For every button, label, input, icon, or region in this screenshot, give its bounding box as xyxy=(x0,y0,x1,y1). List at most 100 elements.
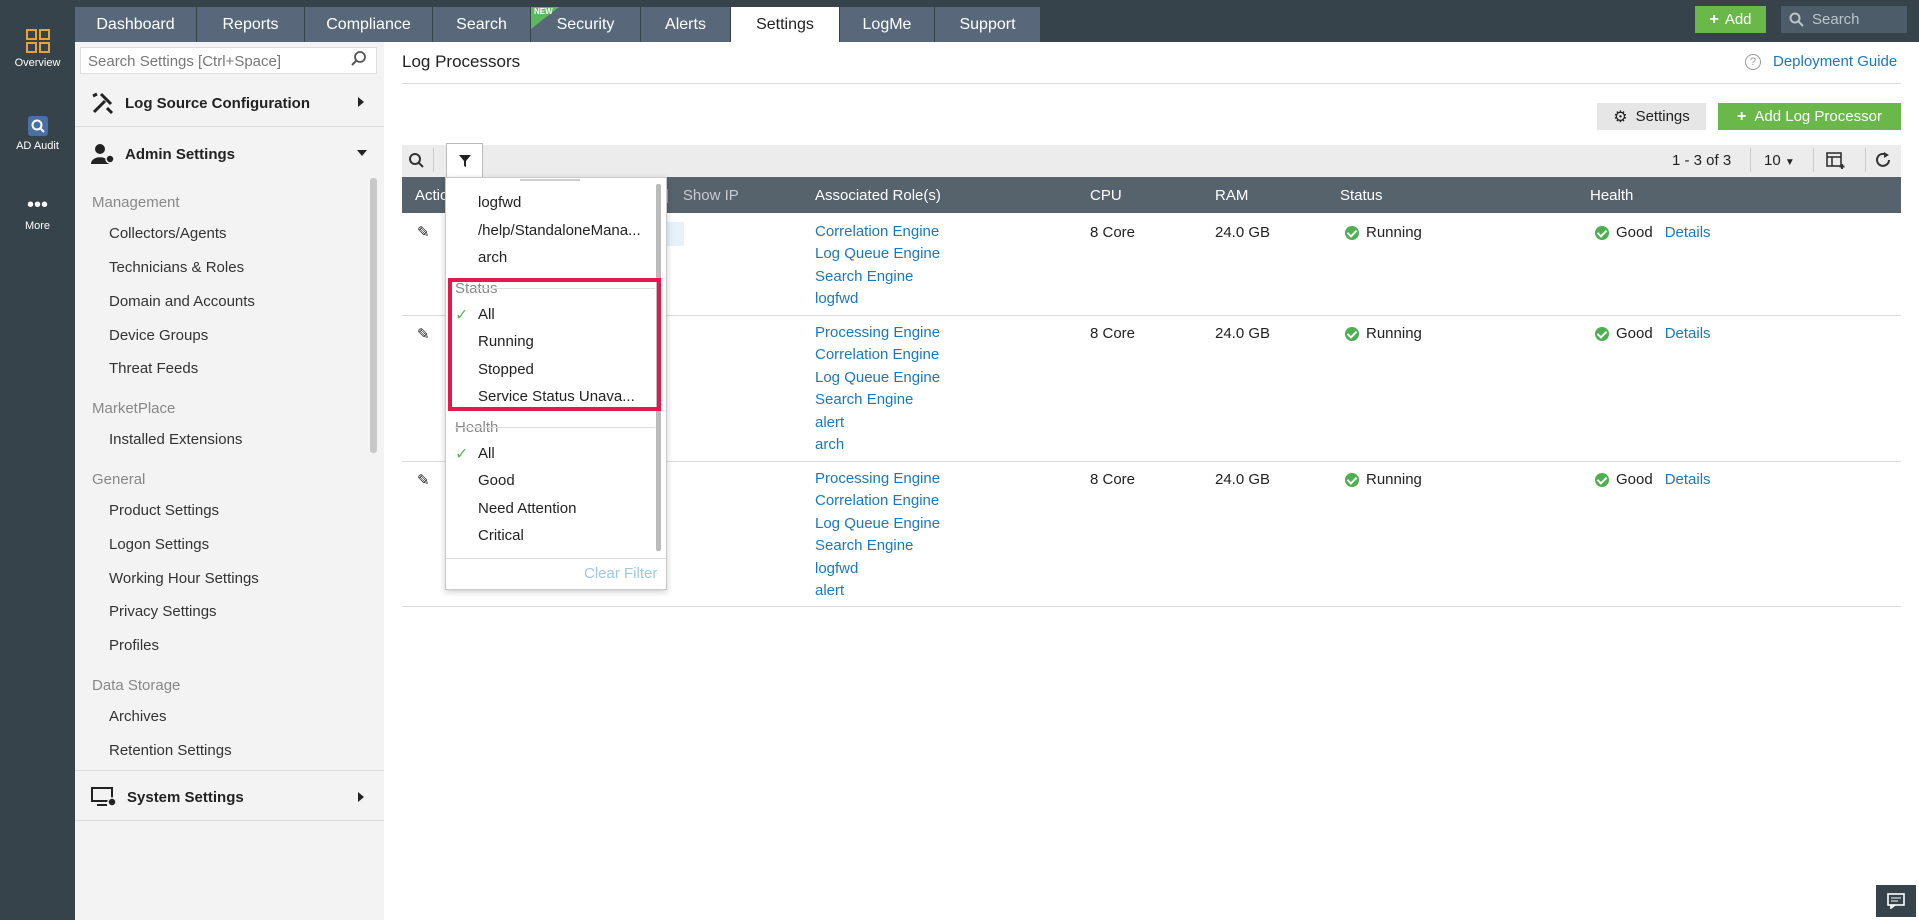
chevron-down-icon: ▼ xyxy=(1784,157,1795,168)
sidebar-item-domain[interactable]: Domain and Accounts xyxy=(109,293,255,310)
status-text: Running xyxy=(1366,325,1422,342)
role-link[interactable]: Log Queue Engine xyxy=(815,243,940,265)
row-1-roles: Correlation Engine Log Queue Engine Sear… xyxy=(815,221,940,311)
caret-right-icon xyxy=(358,97,364,107)
tab-search[interactable]: Search xyxy=(433,7,531,42)
sidebar-item-device-groups[interactable]: Device Groups xyxy=(109,327,208,344)
sidebar-item-product-settings[interactable]: Product Settings xyxy=(109,502,219,519)
sidebar-item-installed-extensions[interactable]: Installed Extensions xyxy=(109,431,242,448)
sidebar-item-technicians[interactable]: Technicians & Roles xyxy=(109,259,244,276)
help-icon: ? xyxy=(1745,53,1761,70)
details-link[interactable]: Details xyxy=(1665,224,1711,241)
divider xyxy=(402,83,1901,84)
filter-role-item[interactable]: arch xyxy=(478,249,507,266)
details-link[interactable]: Details xyxy=(1665,471,1711,488)
details-link[interactable]: Details xyxy=(1665,325,1711,342)
admin-user-icon xyxy=(91,144,115,164)
col-action: Actio xyxy=(415,187,449,204)
role-link[interactable]: Search Engine xyxy=(815,266,940,288)
edit-icon[interactable]: ✎ xyxy=(417,471,430,489)
search-filter-icon[interactable] xyxy=(408,152,426,170)
filter-role-item[interactable]: logfwd xyxy=(478,194,521,211)
per-page-value: 10 xyxy=(1764,152,1781,169)
role-link[interactable]: Processing Engine xyxy=(815,468,940,490)
sidebar-item-retention[interactable]: Retention Settings xyxy=(109,742,232,759)
tab-alerts[interactable]: Alerts xyxy=(641,7,731,42)
sidebar-item-profiles[interactable]: Profiles xyxy=(109,637,159,654)
sidebar-item-threat-feeds[interactable]: Threat Feeds xyxy=(109,360,198,377)
check-circle-icon xyxy=(1345,326,1359,341)
role-link[interactable]: Processing Engine xyxy=(815,322,940,344)
role-link[interactable]: alert xyxy=(815,580,940,602)
tab-reports[interactable]: Reports xyxy=(197,7,305,42)
edit-icon[interactable]: ✎ xyxy=(417,223,430,241)
role-link[interactable]: Search Engine xyxy=(815,535,940,557)
log-source-config-header[interactable]: Log Source Configuration xyxy=(91,92,310,114)
category-data-storage: Data Storage xyxy=(92,677,181,694)
rail-ad-audit[interactable]: AD Audit xyxy=(0,115,75,152)
add-button[interactable]: + Add xyxy=(1695,6,1766,33)
sidebar-item-archives[interactable]: Archives xyxy=(109,708,167,725)
role-link[interactable]: alert xyxy=(815,412,940,434)
filter-toggle[interactable] xyxy=(446,143,483,177)
divider xyxy=(75,820,384,821)
settings-search-input[interactable]: Search Settings [Ctrl+Space] xyxy=(80,47,377,74)
role-link[interactable]: logfwd xyxy=(815,288,940,310)
filter-role-item[interactable]: /help/StandaloneMana... xyxy=(478,222,641,239)
tab-dashboard[interactable]: Dashboard xyxy=(75,7,197,42)
sidebar-item-working-hour[interactable]: Working Hour Settings xyxy=(109,570,259,587)
row-3-cpu: 8 Core xyxy=(1090,471,1136,488)
col-status: Status xyxy=(1340,187,1383,204)
sidebar-item-collectors[interactable]: Collectors/Agents xyxy=(109,225,227,242)
sidebar-item-logon-settings[interactable]: Logon Settings xyxy=(109,536,209,553)
role-link[interactable]: Search Engine xyxy=(815,389,940,411)
filter-health-critical[interactable]: Critical xyxy=(478,527,524,544)
admin-settings-header[interactable]: Admin Settings xyxy=(91,143,235,165)
tab-settings[interactable]: Settings xyxy=(731,7,840,42)
filter-health-good[interactable]: Good xyxy=(478,472,515,489)
role-link[interactable]: Log Queue Engine xyxy=(815,367,940,389)
filter-icon xyxy=(459,155,471,167)
system-settings-header[interactable]: System Settings xyxy=(91,786,244,808)
role-link[interactable]: Correlation Engine xyxy=(815,490,940,512)
tab-support[interactable]: Support xyxy=(935,7,1041,42)
role-link[interactable]: Correlation Engine xyxy=(815,221,940,243)
row-3-status: Running xyxy=(1345,471,1422,488)
tab-logme[interactable]: LogMe xyxy=(840,7,935,42)
check-circle-icon xyxy=(1345,472,1359,487)
sidebar-scrollbar[interactable] xyxy=(370,178,377,453)
add-log-processor-button[interactable]: + Add Log Processor xyxy=(1718,103,1901,130)
top-search-input[interactable]: Search xyxy=(1781,6,1907,33)
column-chooser-icon[interactable] xyxy=(1826,151,1846,169)
filter-health-attention[interactable]: Need Attention xyxy=(478,500,576,517)
tab-compliance[interactable]: Compliance xyxy=(305,7,433,42)
ad-audit-icon xyxy=(27,116,48,136)
rail-overview-label: Overview xyxy=(14,57,61,69)
sidebar-item-privacy[interactable]: Privacy Settings xyxy=(109,603,217,620)
check-circle-icon xyxy=(1595,472,1609,487)
row-2-health: Good Details xyxy=(1595,325,1711,342)
page-title: Log Processors xyxy=(402,52,521,71)
search-icon[interactable] xyxy=(350,50,368,68)
col-ram: RAM xyxy=(1215,187,1249,204)
log-source-config-label: Log Source Configuration xyxy=(125,94,310,112)
role-link[interactable]: Log Queue Engine xyxy=(815,513,940,535)
row-2-roles: Processing Engine Correlation Engine Log… xyxy=(815,322,940,456)
show-ip-toggle[interactable]: |Show IP xyxy=(665,187,739,204)
edit-icon[interactable]: ✎ xyxy=(417,325,430,343)
category-general: General xyxy=(92,471,146,488)
deployment-guide-link[interactable]: ? Deployment Guide xyxy=(1745,53,1897,70)
per-page-select[interactable]: 10 ▼ xyxy=(1764,152,1795,169)
row-3-health: Good Details xyxy=(1595,471,1711,488)
chat-icon[interactable] xyxy=(1876,885,1916,917)
clear-filter-button[interactable]: Clear Filter xyxy=(584,565,657,582)
filter-health-all[interactable]: All xyxy=(478,445,495,462)
settings-button[interactable]: ⚙ Settings xyxy=(1597,103,1706,130)
rail-more[interactable]: ••• More xyxy=(0,195,75,232)
role-link[interactable]: Correlation Engine xyxy=(815,344,940,366)
admin-settings-label: Admin Settings xyxy=(125,145,236,163)
rail-overview[interactable]: Overview xyxy=(0,28,75,69)
refresh-icon[interactable] xyxy=(1874,151,1892,169)
role-link[interactable]: arch xyxy=(815,434,940,456)
role-link[interactable]: logfwd xyxy=(815,558,940,580)
